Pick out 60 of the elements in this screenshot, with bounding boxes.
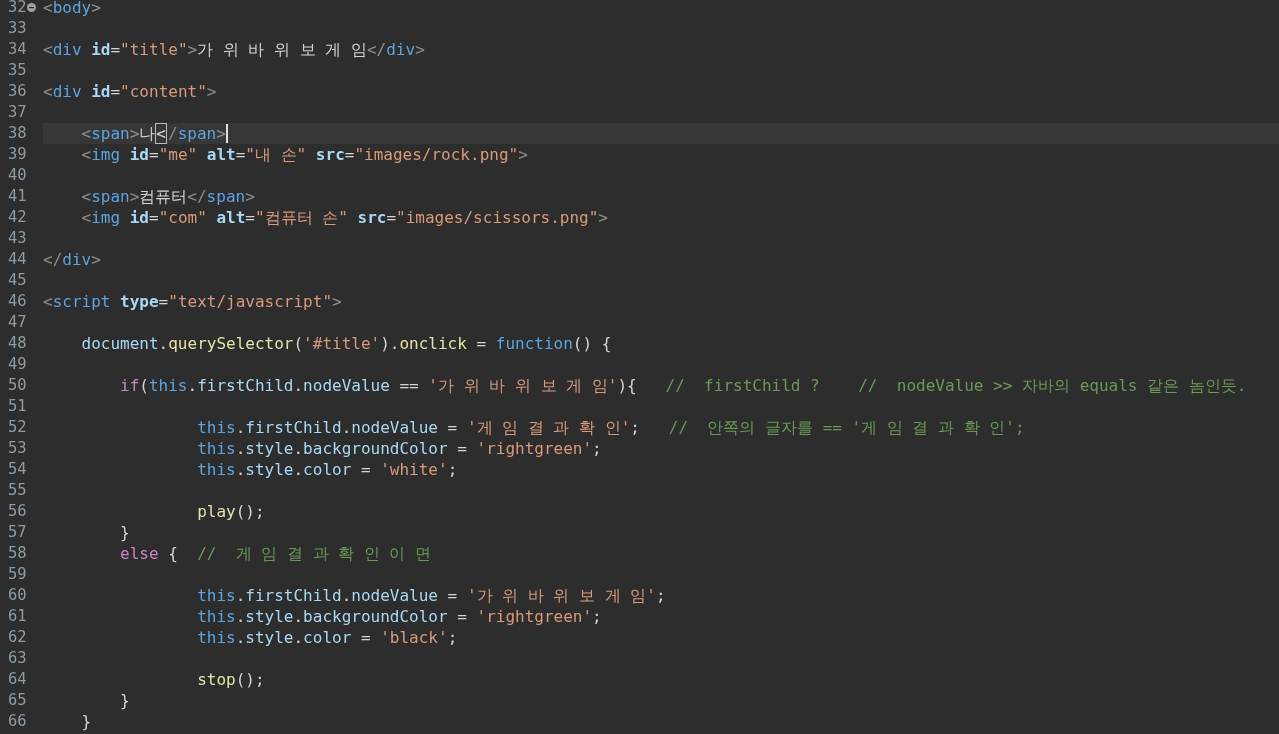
line-number: 38	[8, 123, 27, 144]
code-line: this.firstChild.nodeValue = '가 위 바 위 보 게 임';	[196, 585, 666, 606]
code-line: this.firstChild.nodeValue = '게 임 결 과 확 인'; // 안쪽의 글자를 == '게 임 결 과 확 인';	[196, 417, 1025, 438]
code-line: stop();	[196, 669, 265, 690]
code-line: document.querySelector('#title').onclick = function() {	[80, 333, 612, 354]
line-number: 51	[8, 396, 27, 417]
line-number: 62	[8, 627, 27, 648]
code-line: <script type="text/javascript">	[43, 291, 342, 312]
code-line: <span>컴퓨터</span>	[80, 186, 255, 207]
line-number: 53	[8, 438, 27, 459]
text-cursor	[225, 124, 228, 143]
line-number: 45	[8, 270, 27, 291]
line-number: 48	[8, 333, 27, 354]
code-line: play();	[196, 501, 265, 522]
line-number: 33	[8, 18, 27, 39]
code-line: this.style.color = 'white';	[196, 459, 458, 480]
line-number: 55	[8, 480, 27, 501]
line-number: 46	[8, 291, 27, 312]
code-line: <div id="title">가 위 바 위 보 게 임</div>	[43, 39, 425, 60]
line-number: 63	[8, 648, 27, 669]
code-line: }	[119, 690, 130, 711]
line-number: 47	[8, 312, 27, 333]
line-number: 65	[8, 690, 27, 711]
code-line: else { // 게 임 결 과 확 인 이 면	[119, 543, 432, 564]
code-line: }	[80, 711, 92, 732]
code-line: if(this.firstChild.nodeValue == '가 위 바 위 보 게 임'){ // firstChild ? // nodeValue >> 자바의 equals 같은 놈인듯.	[119, 375, 1247, 396]
code-line: <body>	[43, 0, 101, 18]
line-number: 64	[8, 669, 27, 690]
code-line: this.style.backgroundColor = 'rightgreen';	[196, 438, 602, 459]
line-number: 54	[8, 459, 27, 480]
line-number: 61	[8, 606, 27, 627]
line-number: 58	[8, 543, 27, 564]
code-line: <span>나</span>	[80, 123, 226, 144]
line-number: 39	[8, 144, 27, 165]
line-number: 42	[8, 207, 27, 228]
line-number: 56	[8, 501, 27, 522]
line-number: 35	[8, 60, 27, 81]
line-number: 36	[8, 81, 27, 102]
line-number: 34	[8, 39, 27, 60]
code-line: this.style.backgroundColor = 'rightgreen';	[196, 606, 602, 627]
line-number: 49	[8, 354, 27, 375]
code-line: <img id="com" alt="컴퓨터 손" src="images/scissors.png">	[80, 207, 608, 228]
line-number: 32	[8, 0, 27, 18]
line-number: 40	[8, 165, 27, 186]
code-line: this.style.color = 'black';	[196, 627, 458, 648]
code-line: <img id="me" alt="내 손" src="images/rock.png">	[80, 144, 528, 165]
line-number: 66	[8, 711, 27, 732]
collapse-icon[interactable]	[26, 3, 36, 12]
line-number: 59	[8, 564, 27, 585]
line-number: 41	[8, 186, 27, 207]
line-number: 57	[8, 522, 27, 543]
code-line: </div>	[43, 249, 101, 270]
code-line: }	[119, 522, 130, 543]
code-line: <div id="content">	[43, 81, 217, 102]
line-number: 43	[8, 228, 27, 249]
line-number: 50	[8, 375, 27, 396]
line-number: 60	[8, 585, 27, 606]
line-number: 44	[8, 249, 27, 270]
line-number: 37	[8, 102, 27, 123]
line-number: 52	[8, 417, 27, 438]
